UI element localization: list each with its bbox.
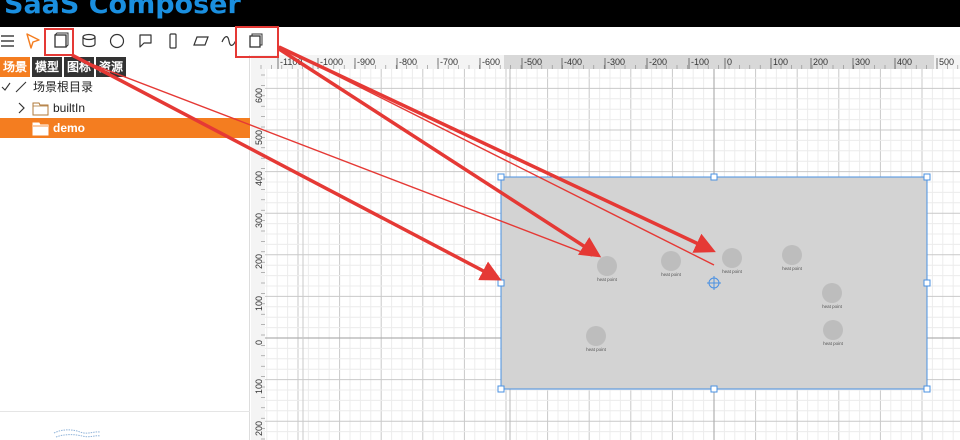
heat-point-marker[interactable] bbox=[722, 248, 742, 268]
x-ruler-label: -200 bbox=[649, 57, 667, 67]
resize-handle[interactable] bbox=[923, 385, 931, 393]
speech-bubble-icon[interactable] bbox=[135, 31, 155, 51]
x-ruler-label: 200 bbox=[813, 57, 828, 67]
heat-point-label: heat point bbox=[823, 341, 844, 346]
circle-icon[interactable] bbox=[107, 31, 127, 51]
heat-point-label: heat point bbox=[822, 304, 843, 309]
heat-point-label: heat point bbox=[782, 266, 803, 271]
tree-item-label: demo bbox=[53, 121, 86, 135]
x-ruler-label: 500 bbox=[939, 57, 954, 67]
resize-handle[interactable] bbox=[923, 279, 931, 287]
model-thumbnail bbox=[52, 427, 102, 440]
heat-point[interactable]: heat point bbox=[823, 320, 844, 346]
y-ruler-label: 200 bbox=[254, 254, 264, 269]
y-ruler-label: 600 bbox=[254, 88, 264, 103]
wave-icon[interactable] bbox=[219, 31, 239, 51]
x-ruler-label: 0 bbox=[727, 57, 732, 67]
x-ruler-label: -900 bbox=[357, 57, 375, 67]
heat-point-marker[interactable] bbox=[823, 320, 843, 340]
title-bar: SaaS Composer bbox=[0, 0, 960, 27]
x-ruler-label: 300 bbox=[855, 57, 870, 67]
copy-shape-icon[interactable] bbox=[246, 31, 266, 51]
cylinder-icon[interactable] bbox=[79, 31, 99, 51]
resize-handle[interactable] bbox=[497, 173, 505, 181]
x-ruler-label: -600 bbox=[482, 57, 500, 67]
panel-divider bbox=[0, 411, 250, 412]
resize-handle[interactable] bbox=[710, 385, 718, 393]
x-ruler-label: -500 bbox=[524, 57, 542, 67]
tree-item-builtin[interactable]: builtIn bbox=[0, 98, 250, 118]
heat-point[interactable]: heat point bbox=[661, 251, 682, 277]
tab-icons[interactable]: 图标 bbox=[64, 57, 95, 77]
parallelogram-icon[interactable] bbox=[191, 31, 211, 51]
x-ruler-label: -300 bbox=[607, 57, 625, 67]
selected-rectangle[interactable] bbox=[497, 173, 931, 393]
design-canvas[interactable]: -1100 -1000 -900 -800 -700 -600 -500 -400 -300 -2… bbox=[251, 55, 960, 440]
left-panel: 场景 模型 图标 资源 场景根目录 builtIn demo bbox=[0, 55, 250, 440]
y-ruler-label: 100 bbox=[254, 379, 264, 394]
x-ruler-label: -800 bbox=[399, 57, 417, 67]
tree-root-label: 场景根目录 bbox=[33, 80, 94, 94]
tab-scene[interactable]: 场景 bbox=[0, 57, 31, 77]
tree-root[interactable]: 场景根目录 bbox=[0, 77, 250, 97]
x-ruler-label: -700 bbox=[440, 57, 458, 67]
resize-handle[interactable] bbox=[497, 385, 505, 393]
toolbar bbox=[0, 27, 960, 55]
heat-point[interactable]: heat point bbox=[586, 326, 607, 352]
heat-point-marker[interactable] bbox=[661, 251, 681, 271]
x-ruler-label: 400 bbox=[897, 57, 912, 67]
composer-app: SaaS Composer 场景 模型 图标 资源 场景根目录 builtIn … bbox=[0, 0, 960, 440]
tab-resources[interactable]: 资源 bbox=[96, 57, 127, 77]
heat-point[interactable]: heat point bbox=[782, 245, 803, 271]
heat-point-label: heat point bbox=[661, 272, 682, 277]
phone-shape-icon[interactable] bbox=[163, 31, 183, 51]
heat-point[interactable]: heat point bbox=[822, 283, 843, 309]
resize-handle[interactable] bbox=[710, 173, 718, 181]
select-pointer-icon[interactable] bbox=[23, 31, 43, 51]
heat-point-label: heat point bbox=[722, 269, 743, 274]
heat-point-label: heat point bbox=[597, 277, 618, 282]
heat-point-marker[interactable] bbox=[782, 245, 802, 265]
y-ruler-label: 0 bbox=[254, 340, 264, 345]
y-ruler-label: 400 bbox=[254, 171, 264, 186]
tree-item-label: builtIn bbox=[53, 101, 86, 115]
heat-point-label: heat point bbox=[586, 347, 607, 352]
resize-handle[interactable] bbox=[923, 173, 931, 181]
panel-tabs: 场景 模型 图标 资源 bbox=[0, 57, 128, 77]
x-ruler-label: 100 bbox=[773, 57, 788, 67]
heat-point[interactable]: heat point bbox=[722, 248, 743, 274]
heat-point-marker[interactable] bbox=[822, 283, 842, 303]
x-ruler-label: -100 bbox=[691, 57, 709, 67]
resize-handle[interactable] bbox=[497, 279, 505, 287]
app-title: SaaS Composer bbox=[4, 0, 241, 20]
folder-icon bbox=[32, 118, 49, 144]
heat-point[interactable]: heat point bbox=[597, 256, 618, 282]
y-ruler-label: 100 bbox=[254, 296, 264, 311]
canvas-surface[interactable]: -1100 -1000 -900 -800 -700 -600 -500 -400 -300 -2… bbox=[251, 55, 960, 440]
heat-point-marker[interactable] bbox=[586, 326, 606, 346]
heat-point-marker[interactable] bbox=[597, 256, 617, 276]
tree-item-demo[interactable]: demo bbox=[0, 118, 250, 138]
rectangle-icon[interactable] bbox=[51, 31, 71, 51]
tab-model[interactable]: 模型 bbox=[32, 57, 63, 77]
x-ruler-label: -1100 bbox=[280, 57, 302, 67]
menu-icon[interactable] bbox=[0, 31, 18, 51]
